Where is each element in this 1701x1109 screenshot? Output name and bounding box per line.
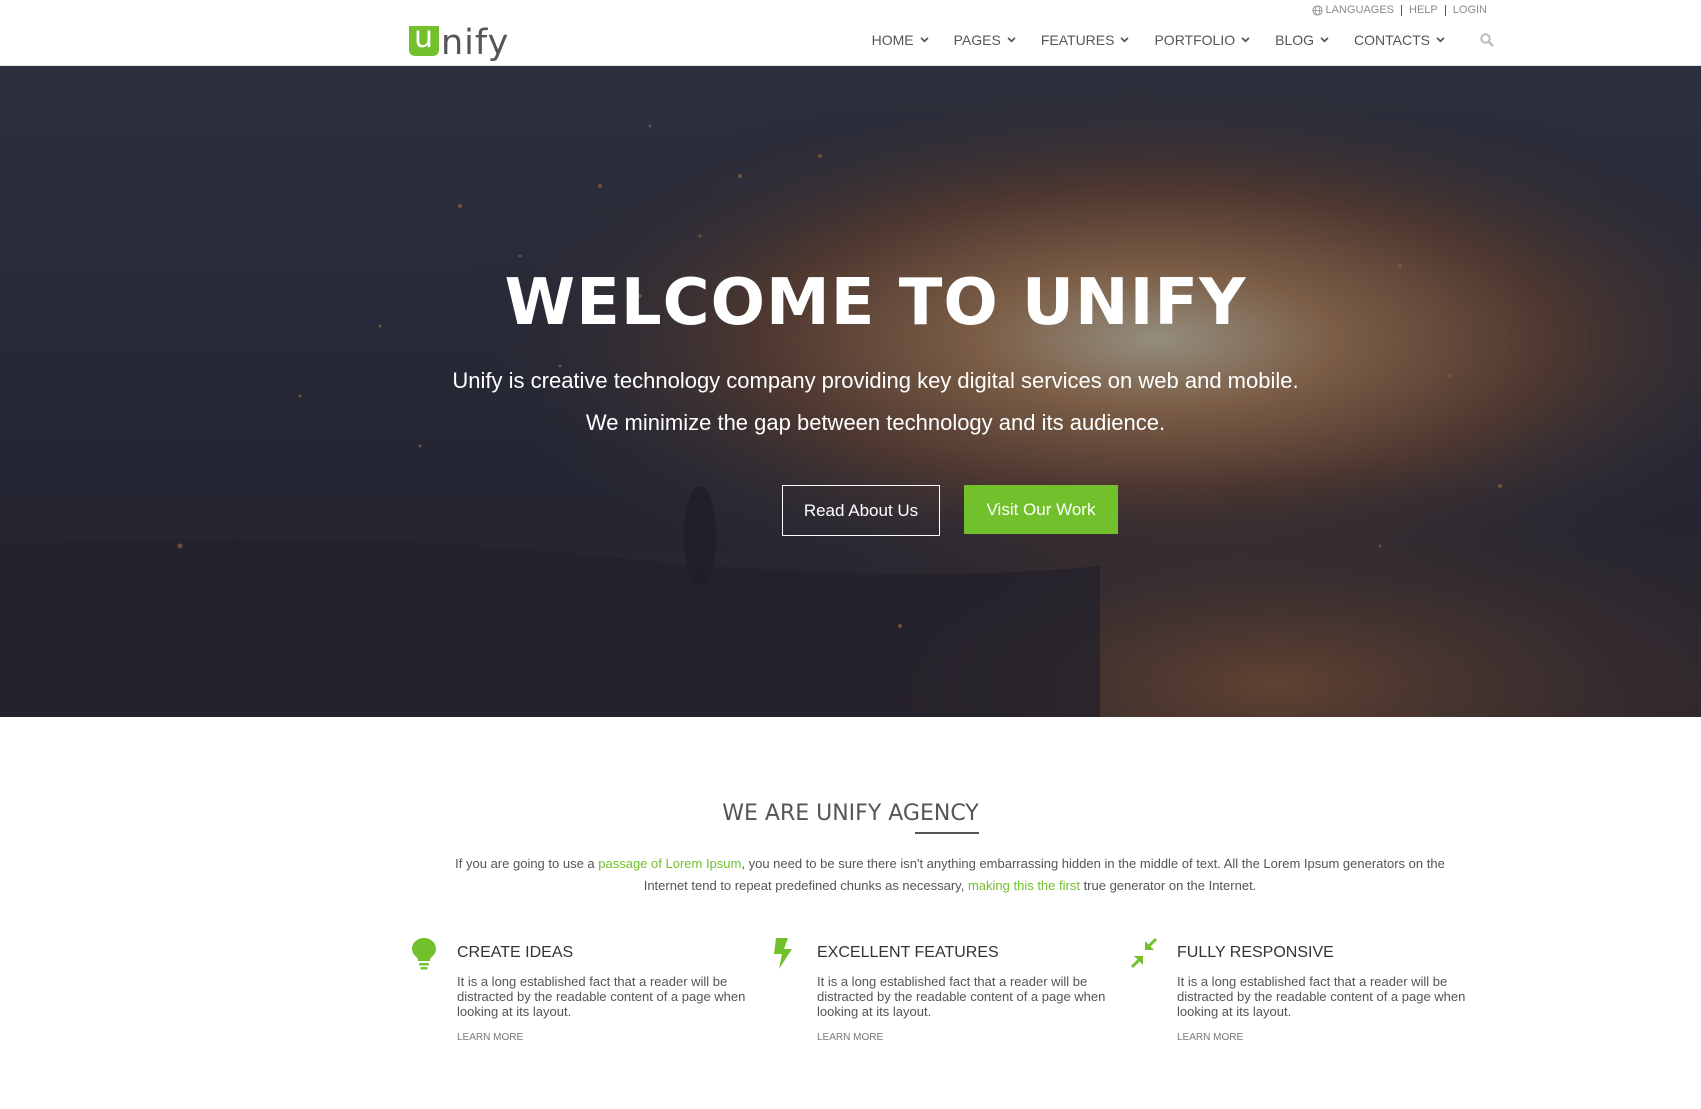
hero-subtitle: We minimize the gap between technology a… bbox=[585, 410, 1166, 435]
logo-letter: u bbox=[409, 23, 439, 56]
lightbulb-icon bbox=[412, 938, 436, 970]
nav-item-features[interactable]: FEATURES bbox=[1041, 32, 1130, 48]
languages-link[interactable]: LANGUAGES bbox=[1312, 4, 1394, 16]
search-icon[interactable] bbox=[1480, 33, 1494, 47]
lightning-bolt-icon bbox=[774, 938, 792, 969]
feature-text: It is a long established fact that a rea… bbox=[1177, 974, 1466, 1019]
globe-icon bbox=[1312, 4, 1323, 16]
hero-content: WELCOME TO UNIFY Unify is creative techn… bbox=[0, 66, 1701, 717]
hero-subtitle: Unify is creative technology company pro… bbox=[452, 368, 1299, 393]
lorem-ipsum-link[interactable]: passage of Lorem Ipsum bbox=[598, 856, 741, 871]
nav-item-label: BLOG bbox=[1275, 32, 1315, 48]
feature-text: It is a long established fact that a rea… bbox=[457, 974, 746, 1019]
feature-title: FULLY RESPONSIVE bbox=[1177, 944, 1334, 961]
chevron-down-icon bbox=[1007, 37, 1016, 43]
nav-item-portfolio[interactable]: PORTFOLIO bbox=[1154, 32, 1250, 48]
nav-item-label: PAGES bbox=[953, 32, 1001, 48]
nav-item-label: CONTACTS bbox=[1354, 32, 1430, 48]
chevron-down-icon bbox=[1436, 37, 1445, 43]
read-about-us-button[interactable]: Read About Us bbox=[782, 485, 940, 536]
unify-logo[interactable]: u nify bbox=[409, 20, 509, 63]
visit-our-work-button[interactable]: Visit Our Work bbox=[964, 485, 1118, 534]
divider bbox=[1401, 4, 1403, 16]
first-generator-link[interactable]: making this the first bbox=[968, 878, 1080, 893]
learn-more-link[interactable]: LEARN MORE bbox=[1177, 1032, 1243, 1043]
features-row: CREATE IDEAS It is a long established fa… bbox=[410, 937, 1490, 1048]
top-links: LANGUAGES HELP LOGIN bbox=[1312, 4, 1487, 16]
description-text: true generator on the Internet. bbox=[1079, 878, 1257, 893]
feature-title: CREATE IDEAS bbox=[457, 944, 574, 961]
learn-more-link[interactable]: LEARN MORE bbox=[817, 1032, 883, 1043]
section-description: If you are going to use a passage of Lor… bbox=[450, 853, 1450, 897]
chevron-down-icon bbox=[1320, 37, 1329, 43]
nav-item-home[interactable]: HOME bbox=[872, 32, 929, 48]
section-title: WE ARE UNIFY AGENCY bbox=[722, 801, 979, 826]
feature-text: It is a long established fact that a rea… bbox=[817, 974, 1106, 1019]
compress-arrows-icon bbox=[1130, 937, 1158, 969]
title-underline bbox=[915, 832, 979, 834]
hero-section: WELCOME TO UNIFY Unify is creative techn… bbox=[0, 66, 1701, 717]
nav-item-pages[interactable]: PAGES bbox=[954, 32, 1016, 48]
nav-item-contacts[interactable]: CONTACTS bbox=[1354, 32, 1445, 48]
nav-item-label: HOME bbox=[871, 32, 914, 48]
nav-item-label: FEATURES bbox=[1040, 32, 1115, 48]
login-link[interactable]: LOGIN bbox=[1453, 4, 1487, 16]
divider bbox=[1444, 4, 1446, 16]
logo-text: nify bbox=[441, 23, 510, 63]
nav-item-label: PORTFOLIO bbox=[1154, 32, 1236, 48]
help-link[interactable]: HELP bbox=[1409, 4, 1438, 16]
chevron-down-icon bbox=[920, 37, 929, 43]
description-text: If you are going to use a bbox=[455, 856, 599, 871]
main-nav: HOME PAGES FEATURES PORTFOLIO BLOG CONTA… bbox=[847, 32, 1494, 48]
languages-label: LANGUAGES bbox=[1325, 4, 1395, 16]
feature-title: EXCELLENT FEATURES bbox=[817, 944, 999, 961]
hero-title: WELCOME TO UNIFY bbox=[504, 266, 1247, 340]
hero-buttons: Read About Us Visit Our Work bbox=[782, 485, 1118, 536]
nav-item-blog[interactable]: BLOG bbox=[1275, 32, 1329, 48]
chevron-down-icon bbox=[1120, 37, 1130, 43]
learn-more-link[interactable]: LEARN MORE bbox=[457, 1032, 523, 1043]
chevron-down-icon bbox=[1241, 37, 1250, 43]
site-header: LANGUAGES HELP LOGIN u nify HOME PAGES F… bbox=[0, 0, 1701, 66]
